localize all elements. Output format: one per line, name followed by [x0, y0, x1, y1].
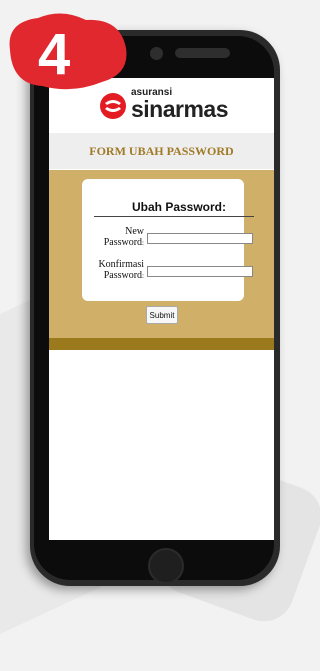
submit-button[interactable]: Submit [146, 306, 178, 324]
confirm-password-label-line2: Password [103, 270, 143, 281]
form-card: Ubah Password: New Password: Konfirmasi … [82, 179, 254, 301]
logo-title: sinarmas [131, 96, 229, 122]
confirm-password-label: Konfirmasi Password: [92, 259, 144, 282]
label-colon: : [142, 272, 144, 280]
phone-home-button [148, 548, 184, 584]
step-number: 4 [38, 22, 70, 87]
form-title: Ubah Password: [131, 200, 227, 214]
phone-screen: asuransi sinarmas FORM UBAH PASSWORD Uba… [49, 78, 274, 540]
sinarmas-logo-mark-icon [100, 93, 126, 119]
label-colon: : [142, 239, 144, 247]
confirm-password-label-line1: Konfirmasi [98, 259, 144, 270]
new-password-label: New Password: [92, 226, 144, 249]
phone-camera [150, 47, 163, 60]
form-panel-footer [49, 338, 274, 350]
phone-speaker [175, 48, 230, 58]
form-title-divider [94, 216, 254, 217]
form-header: FORM UBAH PASSWORD [49, 133, 274, 169]
confirm-password-input[interactable] [147, 266, 253, 277]
new-password-input[interactable] [147, 233, 253, 244]
new-password-label-line2: Password [103, 237, 143, 248]
step-badge: 4 [9, 13, 127, 90]
new-password-label-line1: New [125, 226, 144, 237]
